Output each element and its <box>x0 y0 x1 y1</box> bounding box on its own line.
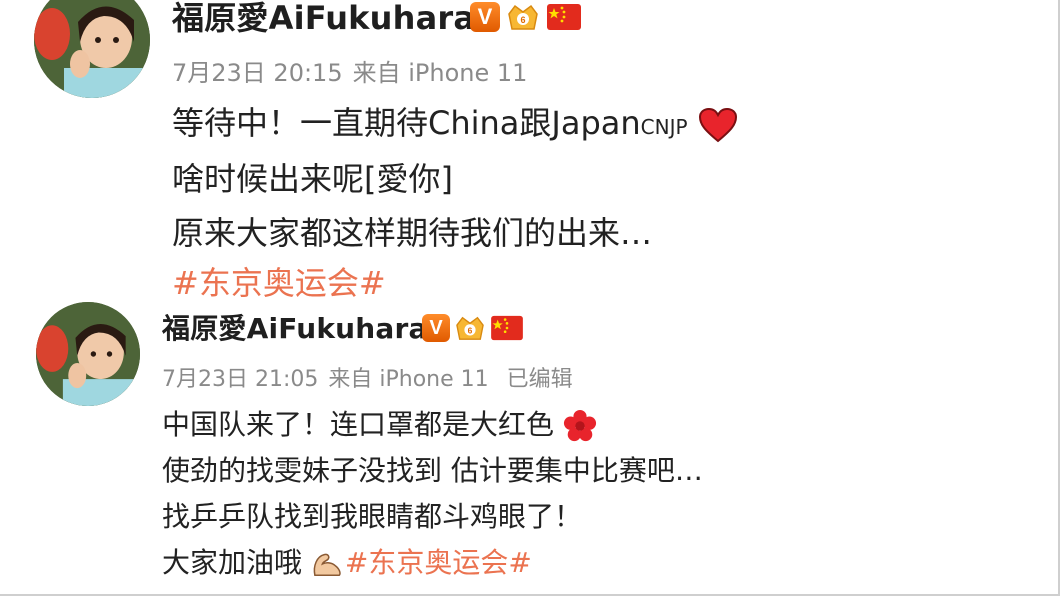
post-text-line: 原来大家都这样期待我们的出来… <box>172 214 653 252</box>
user-badges: V 6 <box>470 2 582 32</box>
avatar[interactable] <box>36 302 140 406</box>
post-text: 等待中！一直期待China跟Japan <box>172 104 641 142</box>
post-text-line: 找乒乒队找到我眼睛都斗鸡眼了！ <box>162 500 583 533</box>
svg-text:6: 6 <box>468 326 473 336</box>
vip-level-icon[interactable]: 6 <box>454 314 486 342</box>
china-flag-icon <box>547 4 581 30</box>
post-date[interactable]: 7月23日 20:15 <box>172 59 343 87</box>
vip-level-icon[interactable]: 6 <box>506 2 540 32</box>
flexed-biceps-emoji <box>313 553 341 576</box>
post-source: 来自 iPhone 11 <box>328 367 489 392</box>
username[interactable]: 福原愛AiFukuhara <box>162 312 428 346</box>
verified-v-icon[interactable]: V <box>422 314 450 342</box>
post-text-line: 使劲的找雯妹子没找到 估计要集中比赛吧… <box>162 454 703 487</box>
china-flag-icon <box>491 315 523 341</box>
post-text-small: CNJP <box>640 115 688 139</box>
avatar-image <box>36 302 140 406</box>
post-text-line: 等待中！一直期待China跟JapanCNJP <box>172 102 738 148</box>
post-text-line: 啥时候出来呢[愛你] <box>172 160 453 198</box>
post-text-line: 中国队来了！连口罩都是大红色 <box>162 406 597 444</box>
post-text: 大家加油哦 <box>162 546 303 579</box>
avatar-image <box>34 0 150 98</box>
edited-label[interactable]: 已编辑 <box>507 367 573 392</box>
avatar[interactable] <box>34 0 150 98</box>
red-flower-emoji <box>563 409 596 442</box>
post-text: 中国队来了！连口罩都是大红色 <box>162 408 555 441</box>
hashtag-link[interactable]: #东京奥运会# <box>172 262 386 304</box>
red-heart-emoji <box>698 107 737 143</box>
post-meta: 7月23日 21:05 来自 iPhone 11 已编辑 <box>162 366 583 394</box>
username[interactable]: 福原愛AiFukuhara <box>172 0 475 36</box>
svg-text:6: 6 <box>520 15 525 25</box>
verified-v-icon[interactable]: V <box>470 2 500 32</box>
post-meta: 7月23日 20:15 来自 iPhone 11 <box>172 58 537 88</box>
post-source: 来自 iPhone 11 <box>352 59 528 87</box>
post-text-line: 大家加油哦 #东京奥运会# <box>162 544 532 582</box>
user-badges: V 6 <box>422 314 524 342</box>
weibo-feed: 福原愛AiFukuhara V 6 7月23日 20:15 来自 iPhone 1… <box>0 0 1060 596</box>
post-date[interactable]: 7月23日 21:05 <box>162 367 318 392</box>
hashtag-link[interactable]: #东京奥运会# <box>345 546 532 579</box>
